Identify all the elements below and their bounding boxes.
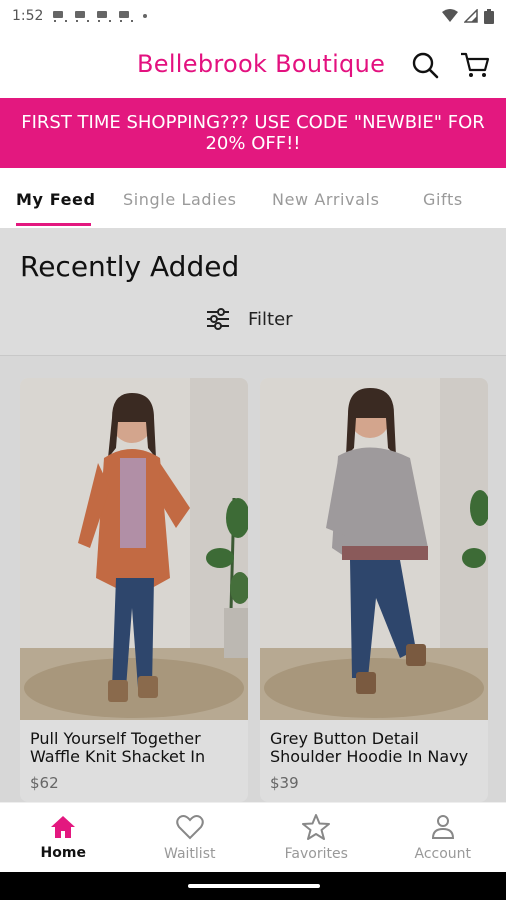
product-info[interactable]: Pull Yourself Together Waffle Knit Shack… [20,720,248,802]
nav-favorites-label: Favorites [284,846,348,862]
notification-icons [51,10,148,22]
cart-notification-icon [73,10,90,22]
nav-home[interactable]: Home [0,803,127,873]
product-image[interactable] [20,378,248,720]
product-image[interactable] [260,378,488,720]
brand-title: Bellebrook Boutique [137,50,386,78]
filter-button[interactable]: Filter [206,308,293,330]
signal-icon [464,9,478,23]
status-time: 1:52 [12,8,44,24]
status-bar: 1:52 [0,0,506,32]
home-indicator[interactable] [188,884,320,888]
system-icons [442,8,494,24]
promo-banner[interactable]: FIRST TIME SHOPPING??? USE CODE "NEWBIE"… [0,98,506,168]
cart-notification-icon [51,10,68,22]
filter-sliders-icon [207,308,229,330]
filter-label: Filter [248,308,293,330]
battery-icon [484,8,494,24]
product-price: $62 [30,774,59,792]
product-info[interactable]: Grey Button Detail Shoulder Hoodie In Na… [260,720,488,802]
section-title: Recently Added [20,250,240,283]
nav-home-label: Home [40,845,86,861]
active-tab-indicator [16,223,91,226]
home-icon [51,816,76,838]
gesture-bar [0,872,506,900]
category-tabs: My Feed Single Ladies New Arrivals Gifts [0,168,506,228]
feed-area: Recently Added Filter Pull Yourself Toge… [0,228,506,802]
product-card[interactable]: Grey Button Detail Shoulder Hoodie In Na… [260,378,488,802]
feed-header: Recently Added Filter [0,228,506,356]
cart-button[interactable] [460,50,490,80]
tab-my-feed[interactable]: My Feed [16,190,96,209]
promo-text: FIRST TIME SHOPPING??? USE CODE "NEWBIE"… [21,112,485,154]
bottom-navigation: Home Waitlist Favorites Account [0,802,506,872]
nav-waitlist[interactable]: Waitlist [127,803,254,873]
product-card[interactable]: Pull Yourself Together Waffle Knit Shack… [20,378,248,802]
tab-single-ladies[interactable]: Single Ladies [123,190,237,209]
wifi-icon [442,9,458,22]
cart-notification-icon [117,10,134,22]
star-icon [302,814,331,840]
search-icon [412,52,439,79]
more-notifications-icon [143,14,148,18]
nav-account[interactable]: Account [380,803,506,873]
heart-icon [176,815,204,840]
tab-new-arrivals[interactable]: New Arrivals [272,190,380,209]
nav-account-label: Account [414,846,472,862]
product-name[interactable]: Pull Yourself Together Waffle Knit Shack… [30,730,238,766]
search-button[interactable] [410,50,440,80]
cart-notification-icon [95,10,112,22]
nav-waitlist-label: Waitlist [164,846,216,862]
cart-icon [461,52,490,77]
product-price: $39 [270,774,299,792]
nav-favorites[interactable]: Favorites [253,803,380,873]
product-name[interactable]: Grey Button Detail Shoulder Hoodie In Na… [270,730,478,766]
tab-gifts[interactable]: Gifts [423,190,463,209]
product-grid: Pull Yourself Together Waffle Knit Shack… [20,378,488,802]
person-icon [431,815,454,839]
app-header: Bellebrook Boutique [0,32,506,98]
